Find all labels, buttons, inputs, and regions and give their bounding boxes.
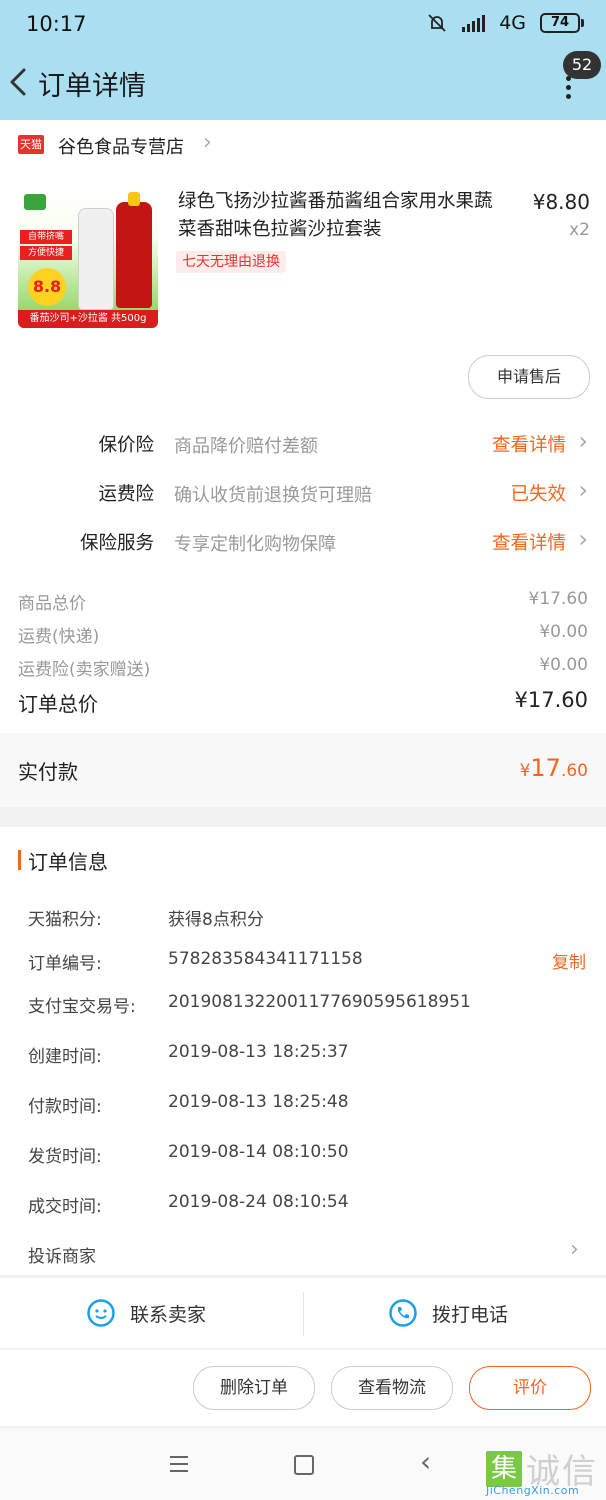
chevron-right-icon: › [578,476,588,504]
info-label: 发货时间: [28,1147,102,1167]
service-label: 保险服务 [79,533,154,554]
product-image[interactable]: 自带挤嘴 方便快捷 8.8 番茄沙司+沙拉酱 共500g [18,188,158,328]
info-value: 获得8点积分 [168,910,264,930]
service-desc: 确认收货前退换货可理赔 [174,485,372,506]
summary-value: ¥17.60 [528,589,588,609]
summary-label: 运费险(卖家赠送) [18,660,151,680]
menu-icon[interactable] [170,1456,188,1477]
info-label: 支付宝交易号: [28,997,136,1017]
summary-value: ¥0.00 [539,655,588,675]
service-label: 运费险 [98,484,154,505]
back-icon[interactable]: ‹ [420,1445,431,1478]
shop-name-link[interactable]: 谷色食品专营店 [58,133,184,159]
delete-order-button[interactable]: 删除订单 [193,1366,315,1410]
info-label: 付款时间: [28,1097,102,1117]
info-value: 2019-08-24 08:10:54 [168,1192,349,1212]
watermark-url: JiChengXin.com [486,1484,580,1497]
summary-label: 运费(快递) [18,627,100,647]
mute-bell-icon [428,14,446,32]
divider [303,1292,304,1336]
back-arrow-icon[interactable] [6,62,36,102]
paid-amount: ¥17.60 [519,754,588,782]
notification-badge: 52 [563,51,601,79]
order-info-title: 订单信息 [28,850,108,874]
phone-icon [389,1299,417,1327]
service-label: 保价险 [98,435,154,456]
home-icon[interactable] [294,1455,314,1475]
chevron-right-icon: › [578,525,588,553]
info-value: 2019-08-13 18:25:37 [168,1042,349,1062]
chevron-right-icon: › [203,130,212,155]
signal-icon [462,14,486,32]
view-logistics-button[interactable]: 查看物流 [331,1366,453,1410]
section-accent-bar [18,850,21,870]
paid-section [0,733,606,807]
order-total-value: ¥17.60 [514,688,588,712]
summary-value: ¥0.00 [539,622,588,642]
status-time: 10:17 [26,12,87,36]
chat-smile-icon [87,1299,115,1327]
service-desc: 商品降价赔付差额 [174,436,318,457]
review-button[interactable]: 评价 [469,1366,591,1410]
info-label: 订单编号: [28,954,102,974]
product-title[interactable]: 绿色飞扬沙拉酱番茄酱组合家用水果蔬菜香甜味色拉酱沙拉套装 [178,188,508,244]
paid-label: 实付款 [18,760,78,784]
info-value: 2019-08-14 08:10:50 [168,1142,349,1162]
info-label: 成交时间: [28,1197,102,1217]
info-label: 创建时间: [28,1047,102,1067]
insurance-detail-link[interactable]: 查看详情 [492,529,566,555]
battery-icon: 74 [540,13,584,33]
return-policy-tag: 七天无理由退换 [176,251,286,273]
copy-button[interactable]: 复制 [552,948,586,973]
tmall-logo: 天猫 [18,135,44,154]
summary-label: 商品总价 [18,594,86,614]
info-label: 天猫积分: [28,910,102,930]
more-menu-icon[interactable] [558,76,578,104]
page-title: 订单详情 [38,71,146,102]
complaint-link[interactable]: 投诉商家 [28,1242,96,1267]
contact-seller-button[interactable]: 联系卖家 [86,1298,206,1328]
call-label: 拨打电话 [432,1303,509,1326]
shipping-insurance-status-link[interactable]: 已失效 [510,480,566,506]
chevron-right-icon: › [578,427,588,455]
after-sale-button[interactable]: 申请售后 [468,355,590,399]
order-number: 578283584341171158 [168,949,363,969]
status-icons: 4G 74 [426,12,584,34]
call-button[interactable]: 拨打电话 [388,1298,508,1328]
item-price: ¥8.80 [532,190,590,214]
info-value: 2019081322001177690595618951 [168,992,471,1012]
order-total-label: 订单总价 [18,692,98,716]
price-protect-detail-link[interactable]: 查看详情 [492,431,566,457]
contact-seller-label: 联系卖家 [130,1303,207,1326]
service-desc: 专享定制化购物保障 [174,534,336,555]
chevron-right-icon: › [570,1237,579,1262]
item-quantity: x2 [569,220,590,240]
info-value: 2019-08-13 18:25:48 [168,1092,349,1112]
network-type: 4G [499,12,526,34]
